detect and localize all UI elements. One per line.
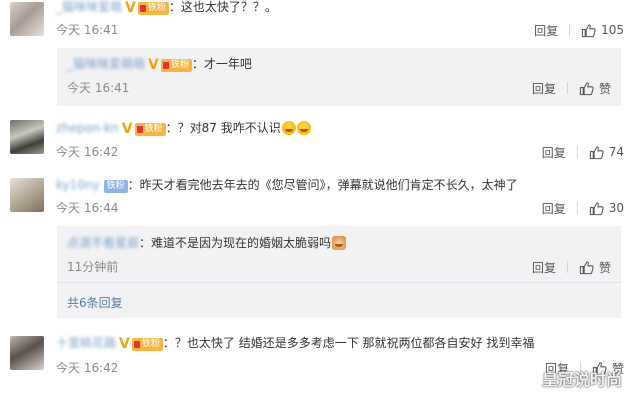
username[interactable]: ky10ny <box>56 177 100 193</box>
like-button[interactable]: 74 <box>589 145 624 160</box>
comment-item: ky10ny 铁粉 ：昨天才看完他去年去的《您尽管问》，弹幕就说他们肯定不长久，太神… <box>0 170 628 222</box>
fan-badge[interactable]: 铁粉 <box>137 2 169 15</box>
like-count: 赞 <box>598 260 611 275</box>
comment-item: zhepon-kn V 铁粉 ：？对87 我咋不认识 今天 16:42 回复 74 <box>0 112 628 162</box>
username[interactable]: _猫咪咪爱萌 <box>56 0 122 15</box>
comment-line: _猫咪咪爱萌 V 铁粉 ：这也太快了？？。 <box>56 0 277 16</box>
avatar[interactable] <box>10 336 44 370</box>
reply-line: _猫咪咪爱萌萌 V 铁粉 ：才一年吧 <box>67 56 252 73</box>
fan-badge[interactable]: 铁粉 <box>103 180 128 193</box>
cat-emoji-icon <box>332 236 347 250</box>
username[interactable]: zhepon-kn <box>56 120 119 136</box>
comment-line: 十里桃花路 V 铁粉 ：？也太快了 结婚还是多多考虑一下 那就祝两位都各自安好 找到幸… <box>56 335 535 352</box>
username[interactable]: _猫咪咪爱萌萌 <box>67 56 145 72</box>
more-replies-link[interactable]: 共6条回复 <box>67 294 123 311</box>
laugh-emoji-icon <box>281 121 296 135</box>
reply-text: 难道不是因为现在的婚姻太脆弱吗 <box>151 236 332 250</box>
like-button[interactable]: 30 <box>589 201 624 216</box>
thumbs-up-icon <box>589 145 604 159</box>
divider <box>566 261 568 273</box>
comment-actions: 回复 74 <box>542 144 624 160</box>
like-button[interactable]: 赞 <box>579 259 611 276</box>
reply-time: 11分钟前 <box>67 260 119 274</box>
verified-v-icon: V <box>148 57 159 73</box>
comment-actions: 回复 30 <box>542 200 624 216</box>
reply-line: 点滴不看星辰：难道不是因为现在的婚姻太脆弱吗 <box>67 235 347 251</box>
comment-time: 今天 16:44 <box>56 201 119 215</box>
thumbs-up-icon <box>589 201 604 215</box>
divider <box>57 282 621 283</box>
reply-text: 才一年吧 <box>203 57 252 71</box>
comment-line: zhepon-kn V 铁粉 ：？对87 我咋不认识 <box>56 120 311 137</box>
thumbs-up-icon <box>581 23 596 37</box>
avatar[interactable] <box>10 178 44 212</box>
comment-time: 今天 16:42 <box>56 361 119 375</box>
fan-badge[interactable]: 铁粉 <box>160 59 192 72</box>
comment-item: 十里桃花路 V 铁粉 ：？也太快了 结婚还是多多考虑一下 那就祝两位都各自安好 找到幸… <box>0 326 628 396</box>
verified-v-icon: V <box>121 121 133 137</box>
comment-item: _猫咪咪爱萌 V 铁粉 ：这也太快了？？。 今天 16:41 回复 105 <box>0 0 628 44</box>
thumbs-up-icon <box>579 260 594 274</box>
reply-box: _猫咪咪爱萌萌 V 铁粉 ：才一年吧 今天 16:41 回复 赞 <box>57 48 621 106</box>
reply-actions: 回复 赞 <box>532 80 611 96</box>
comment-text: 这也太快了？？。 <box>180 0 277 14</box>
watermark: 皇冠说时尚 <box>541 370 622 389</box>
thumbs-up-icon <box>579 81 594 95</box>
like-button[interactable]: 105 <box>581 23 624 38</box>
like-button[interactable]: 赞 <box>579 80 611 97</box>
username[interactable]: 点滴不看星辰 <box>67 235 139 251</box>
like-count: 74 <box>608 145 624 159</box>
reply-button[interactable]: 回复 <box>542 200 566 217</box>
reply-box: 点滴不看星辰：难道不是因为现在的婚姻太脆弱吗 11分钟前 回复 赞 共6条回复 <box>57 226 621 318</box>
reply-actions: 回复 赞 <box>532 259 611 275</box>
comment-line: ky10ny 铁粉 ：昨天才看完他去年去的《您尽管问》，弹幕就说他们肯定不长久，太神… <box>56 177 518 193</box>
comment-actions: 回复 105 <box>534 22 624 38</box>
comment-text: ？也太快了 结婚还是多多考虑一下 那就祝两位都各自安好 找到幸福 <box>174 336 535 350</box>
fan-badge[interactable]: 铁粉 <box>131 338 163 351</box>
like-count: 30 <box>608 201 624 215</box>
like-count: 赞 <box>598 81 611 96</box>
avatar[interactable] <box>10 120 44 154</box>
comment-time: 今天 16:41 <box>56 23 119 37</box>
reply-time: 今天 16:41 <box>67 81 130 95</box>
username[interactable]: 十里桃花路 <box>56 335 116 351</box>
divider <box>566 82 568 94</box>
divider <box>569 24 571 36</box>
reply-button[interactable]: 回复 <box>532 259 556 276</box>
fan-badge[interactable]: 铁粉 <box>134 123 166 136</box>
divider <box>576 202 578 214</box>
verified-v-icon: V <box>119 336 130 352</box>
like-count: 105 <box>601 23 624 37</box>
verified-v-icon: V <box>125 0 136 16</box>
avatar[interactable] <box>10 2 44 36</box>
comment-time: 今天 16:42 <box>56 145 119 159</box>
laugh-emoji-icon <box>296 121 311 135</box>
reply-button[interactable]: 回复 <box>534 22 558 39</box>
comment-text: ？对87 我咋不认识 <box>177 121 281 135</box>
reply-button[interactable]: 回复 <box>542 144 566 161</box>
divider <box>576 146 578 158</box>
reply-button[interactable]: 回复 <box>532 80 556 97</box>
comment-text: 昨天才看完他去年去的《您尽管问》，弹幕就说他们肯定不长久，太神了 <box>139 178 518 192</box>
